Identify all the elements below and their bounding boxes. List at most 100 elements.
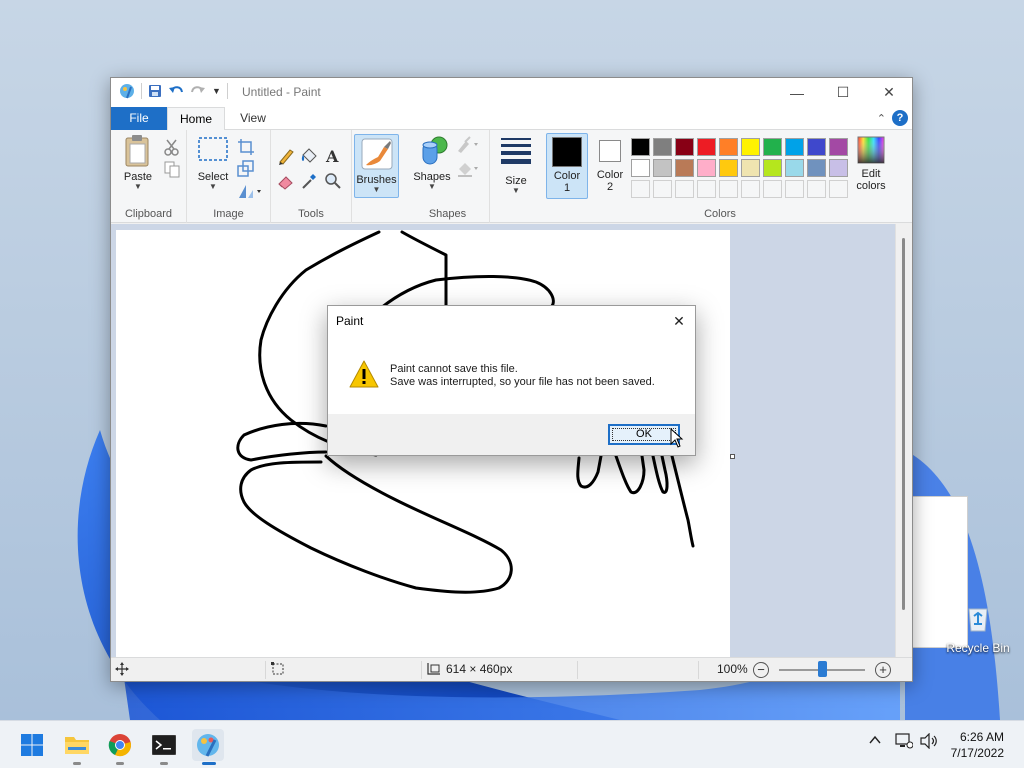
customize-qat-icon[interactable]: ▼ <box>212 86 221 96</box>
paste-button[interactable]: Paste ▼ <box>119 134 157 191</box>
custom-color-slot-2[interactable] <box>653 180 672 198</box>
close-button[interactable]: ✕ <box>866 78 912 107</box>
edit-colors-button[interactable]: Edit colors <box>848 133 894 192</box>
zoom-in-button[interactable]: + <box>875 662 891 678</box>
text-icon[interactable]: A <box>324 147 342 165</box>
image-size-text: 614 × 460px <box>446 662 513 676</box>
color1-button[interactable]: Color 1 <box>546 133 588 199</box>
active-indicator <box>202 762 216 765</box>
maximize-button[interactable]: ☐ <box>820 78 866 107</box>
fill-shape-icon[interactable] <box>456 160 480 178</box>
title-bar[interactable]: ▼ Untitled - Paint — ☐ ✕ <box>111 78 912 107</box>
scrollbar-thumb[interactable] <box>902 238 905 610</box>
custom-color-slot-7[interactable] <box>763 180 782 198</box>
select-icon <box>198 137 228 161</box>
color1-swatch <box>552 137 582 167</box>
fill-icon[interactable] <box>300 147 318 165</box>
palette-swatch-2-3[interactable] <box>675 159 694 177</box>
system-clock[interactable]: 6:26 AM 7/17/2022 <box>951 729 1004 761</box>
palette-swatch-2-2[interactable] <box>653 159 672 177</box>
status-divider <box>421 661 422 679</box>
palette-swatch-1-8[interactable] <box>785 138 804 156</box>
custom-color-slot-5[interactable] <box>719 180 738 198</box>
redo-icon[interactable] <box>190 84 206 98</box>
taskbar-file-explorer[interactable] <box>61 729 93 765</box>
taskbar-terminal[interactable] <box>148 729 180 765</box>
palette-swatch-1-6[interactable] <box>741 138 760 156</box>
cut-icon[interactable] <box>163 138 181 156</box>
palette-swatch-1-5[interactable] <box>719 138 738 156</box>
custom-color-slot-10[interactable] <box>829 180 848 198</box>
outline-icon[interactable] <box>456 136 480 154</box>
zoom-out-button[interactable]: − <box>753 662 769 678</box>
help-icon[interactable]: ? <box>892 110 908 126</box>
minimize-button[interactable]: — <box>774 78 820 107</box>
palette-swatch-1-7[interactable] <box>763 138 782 156</box>
paint-app-icon[interactable] <box>119 83 135 99</box>
color-picker-icon[interactable] <box>300 172 318 190</box>
edit-colors-label-2: colors <box>856 180 886 192</box>
size-button[interactable]: Size ▼ <box>496 134 536 195</box>
palette-swatch-1-2[interactable] <box>653 138 672 156</box>
palette-swatch-1-9[interactable] <box>807 138 826 156</box>
select-button[interactable]: Select ▼ <box>195 134 231 191</box>
qat-separator <box>226 83 228 99</box>
save-icon[interactable] <box>148 84 162 98</box>
tab-file[interactable]: File <box>111 107 167 130</box>
crop-icon[interactable] <box>237 138 255 156</box>
ribbon-collapse-icon[interactable]: ⌃ <box>877 112 886 125</box>
eraser-icon[interactable] <box>277 172 295 190</box>
paste-dropdown-icon: ▼ <box>134 182 142 191</box>
zoom-slider-thumb[interactable] <box>818 661 827 677</box>
color2-button[interactable]: Color 2 <box>591 133 629 193</box>
palette-swatch-2-7[interactable] <box>763 159 782 177</box>
color-palette <box>631 138 848 198</box>
custom-color-slot-1[interactable] <box>631 180 650 198</box>
palette-swatch-2-10[interactable] <box>829 159 848 177</box>
custom-color-slot-6[interactable] <box>741 180 760 198</box>
palette-swatch-1-4[interactable] <box>697 138 716 156</box>
undo-icon[interactable] <box>168 84 184 98</box>
palette-swatch-2-6[interactable] <box>741 159 760 177</box>
rotate-icon[interactable] <box>237 182 263 200</box>
network-status[interactable] <box>895 733 914 752</box>
paste-icon <box>125 135 149 167</box>
volume-control[interactable] <box>920 732 938 752</box>
palette-swatch-1-10[interactable] <box>829 138 848 156</box>
palette-swatch-1-1[interactable] <box>631 138 650 156</box>
start-button[interactable] <box>16 729 48 761</box>
recycle-bin[interactable]: Recycle Bin <box>944 600 1012 655</box>
show-hidden-icons-button[interactable] <box>868 733 882 750</box>
magnifier-icon[interactable] <box>324 172 342 190</box>
palette-swatch-2-4[interactable] <box>697 159 716 177</box>
running-indicator <box>116 762 124 765</box>
pencil-icon[interactable] <box>277 147 295 165</box>
shapes-button[interactable]: Shapes ▼ <box>412 134 452 191</box>
tab-view[interactable]: View <box>229 107 277 130</box>
tab-home[interactable]: Home <box>167 107 225 131</box>
copy-icon[interactable] <box>163 160 181 178</box>
image-size-icon <box>427 663 440 675</box>
palette-swatch-1-3[interactable] <box>675 138 694 156</box>
taskbar-chrome[interactable] <box>104 729 136 765</box>
palette-swatch-2-5[interactable] <box>719 159 738 177</box>
color1-label: Color <box>553 170 581 182</box>
custom-color-slot-9[interactable] <box>807 180 826 198</box>
vertical-scrollbar[interactable] <box>895 224 912 657</box>
taskbar-paint[interactable] <box>192 729 224 765</box>
canvas-resize-handle[interactable] <box>730 454 735 459</box>
running-indicator <box>73 762 81 765</box>
ribbon: Paste ▼ Clipboard Select ▼ Image A Tools… <box>111 130 912 223</box>
dialog-close-button[interactable]: ✕ <box>669 311 689 331</box>
palette-swatch-2-9[interactable] <box>807 159 826 177</box>
resize-icon[interactable] <box>237 160 255 178</box>
custom-color-slot-4[interactable] <box>697 180 716 198</box>
custom-color-slot-8[interactable] <box>785 180 804 198</box>
dialog-message-line2: Save was interrupted, so your file has n… <box>390 376 655 388</box>
qat-separator <box>141 83 142 99</box>
palette-swatch-2-8[interactable] <box>785 159 804 177</box>
palette-swatch-2-1[interactable] <box>631 159 650 177</box>
cursor-position <box>115 662 129 676</box>
tools-group-label: Tools <box>298 208 324 220</box>
custom-color-slot-3[interactable] <box>675 180 694 198</box>
